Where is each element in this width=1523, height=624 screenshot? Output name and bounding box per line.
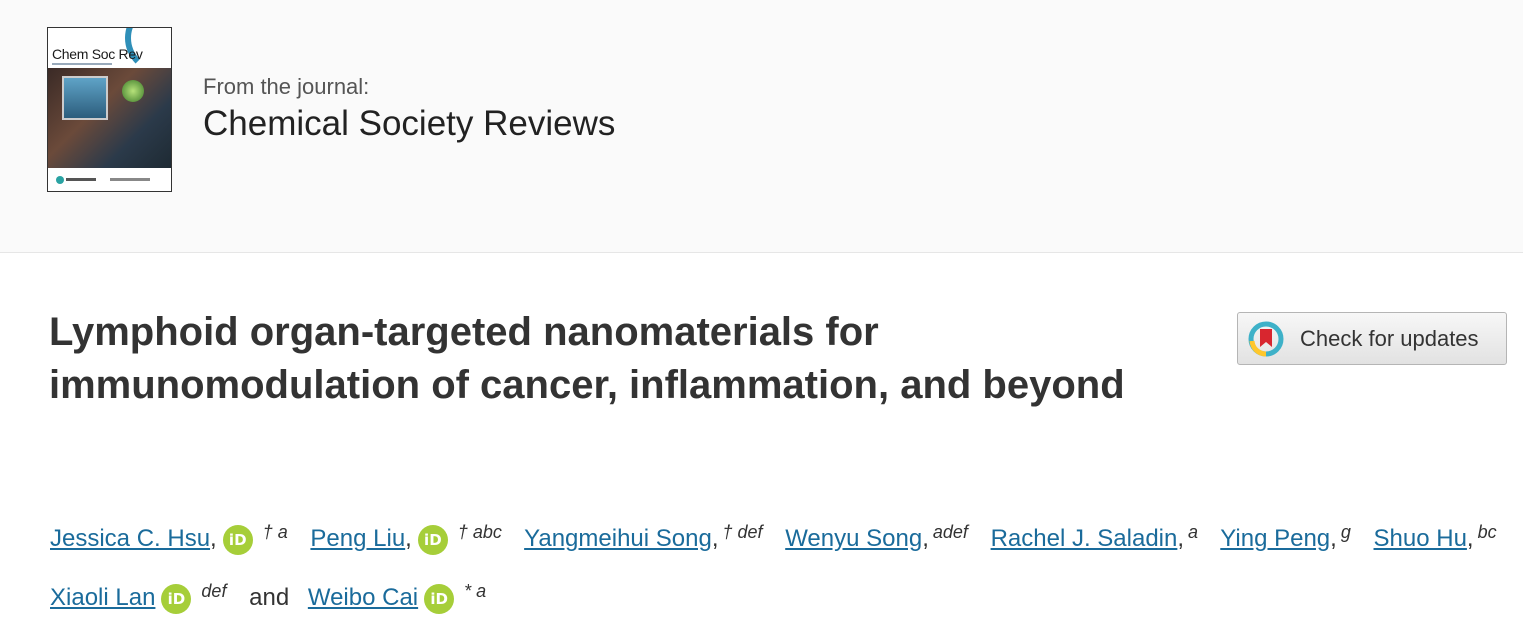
cover-screen-graphic [62, 76, 108, 120]
from-journal-label: From the journal: [203, 74, 370, 99]
rsc-logo-icon [56, 176, 64, 184]
author-item: Rachel J. Saladin, a [991, 522, 1221, 552]
author-separator: , [1466, 525, 1474, 552]
author-separator: , [210, 525, 217, 552]
orcid-icon[interactable]: iD [222, 524, 253, 555]
author-link[interactable]: Ying Peng [1220, 525, 1330, 552]
cover-orb-graphic [122, 80, 144, 102]
cover-logo-text [66, 178, 96, 181]
affiliation-marker: adef [932, 522, 968, 542]
author-separator: , [405, 525, 412, 552]
affiliation-marker: def [201, 581, 227, 601]
author-separator: , [711, 525, 719, 552]
affiliation-marker: g [1340, 522, 1351, 542]
journal-name-link[interactable]: Chemical Society Reviews [203, 104, 615, 144]
author-item: Shuo Hu, bc [1374, 522, 1513, 552]
author-separator: , [922, 525, 929, 552]
orcid-icon[interactable]: iD [424, 583, 455, 614]
author-link[interactable]: Xiaoli Lan [50, 584, 155, 611]
author-separator: , [1330, 525, 1337, 552]
affiliation-marker: a [1188, 522, 1199, 542]
author-item: Wenyu Song, adef [785, 522, 990, 552]
affiliation-marker: † a [262, 522, 288, 542]
orcid-icon[interactable]: iD [161, 583, 192, 614]
author-link[interactable]: Rachel J. Saladin [991, 525, 1178, 552]
affiliation-marker: † abc [457, 522, 502, 542]
author-link[interactable]: Yangmeihui Song [524, 525, 712, 552]
author-link[interactable]: Jessica C. Hsu [50, 525, 210, 552]
author-separator: , [1177, 525, 1185, 552]
journal-header: Chem Soc Rev From the journal: Chemical … [0, 0, 1523, 253]
cover-footer-text [110, 178, 150, 181]
author-item: Yangmeihui Song, † def [524, 522, 785, 552]
affiliation-marker: * a [464, 581, 487, 601]
article-title: Lymphoid organ-targeted nanomaterials fo… [49, 310, 1125, 407]
orcid-icon[interactable]: iD [417, 524, 448, 555]
affiliation-marker: † def [722, 522, 763, 542]
author-item: Xiaoli Lan iD def [50, 581, 249, 614]
journal-cover-image[interactable]: Chem Soc Rev [47, 27, 172, 192]
author-link[interactable]: Weibo Cai [308, 584, 418, 611]
cover-subline [52, 63, 112, 65]
check-for-updates-button[interactable]: Check for updates [1237, 312, 1507, 365]
crossmark-icon [1248, 321, 1284, 357]
author-item: Weibo Cai iD * a [308, 581, 502, 614]
author-link[interactable]: Peng Liu [310, 525, 405, 552]
affiliation-marker: bc [1477, 522, 1497, 542]
author-conjunction: and [249, 584, 290, 611]
author-list: Jessica C. Hsu, iD † a Peng Liu, iD † abc Ya… [50, 506, 1520, 624]
author-link[interactable]: Wenyu Song [785, 525, 922, 552]
check-for-updates-label: Check for updates [1300, 325, 1479, 351]
author-link[interactable]: Shuo Hu [1374, 525, 1467, 552]
author-item: Ying Peng, g [1220, 522, 1373, 552]
author-item: Jessica C. Hsu, iD † a [50, 522, 310, 555]
author-item: Peng Liu, iD † abc [310, 522, 524, 555]
cover-title: Chem Soc Rev [52, 46, 143, 62]
